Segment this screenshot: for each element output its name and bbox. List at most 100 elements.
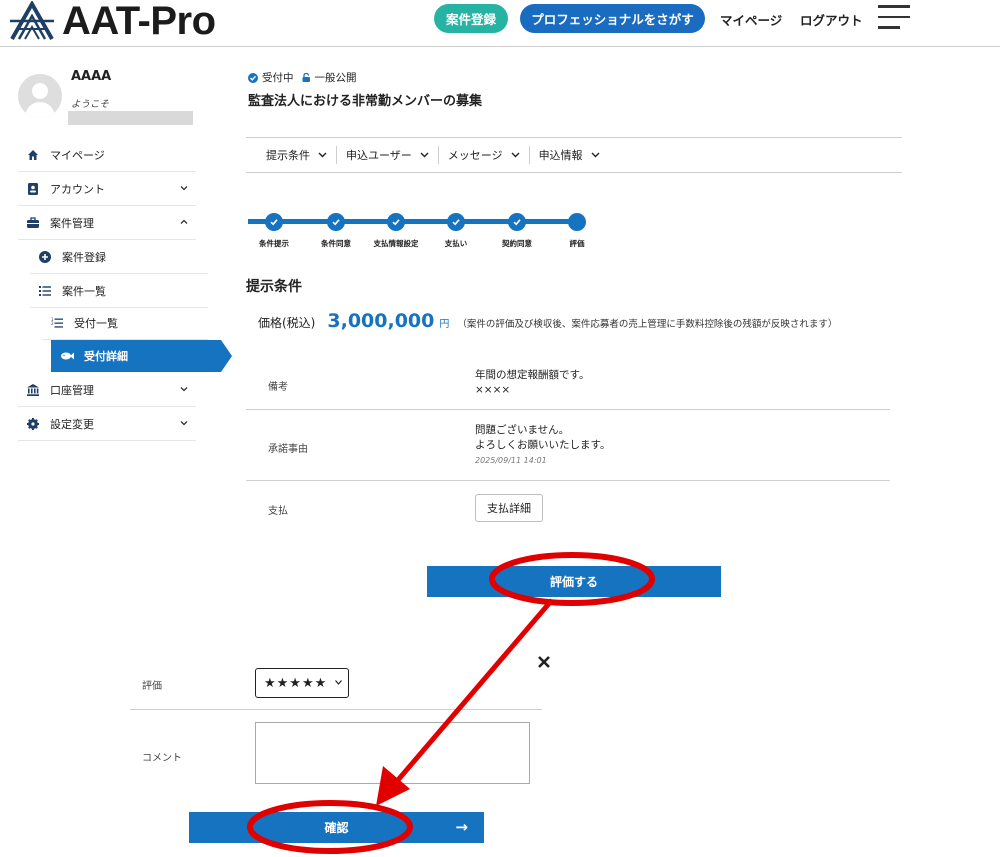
evaluate-button[interactable]: 評価する (427, 566, 721, 597)
table-row: 支払 支払詳細 (246, 481, 890, 535)
reason-line: 問題ございません。 (475, 424, 570, 436)
sidebar-item-label: 案件一覧 (62, 284, 106, 298)
hamburger-menu-icon[interactable] (878, 5, 910, 29)
step-label: 条件提示 (259, 239, 289, 248)
chevron-up-icon (180, 219, 188, 224)
rating-value: ★★★★★ (264, 675, 328, 691)
progress-stepper: 条件提示 条件同意 支払情報設定 支払い 契約同意 評価 (248, 208, 588, 258)
plus-circle-icon (38, 250, 52, 264)
sidebar-item-label: アカウント (50, 182, 105, 196)
chevron-down-icon (180, 387, 188, 392)
home-icon (26, 148, 40, 162)
list-icon (38, 284, 52, 298)
page-title: 監査法人における非常勤メンバーの募集 (248, 94, 483, 109)
avatar (18, 74, 62, 118)
id-card-icon (26, 182, 40, 196)
step-current-dot (568, 213, 586, 231)
tab-label: メッセージ (447, 149, 503, 162)
comment-label: コメント (142, 753, 182, 764)
sidebar-item-reception-list[interactable]: 12 受付一覧 (42, 306, 208, 340)
tab-label: 申込情報 (538, 149, 583, 162)
sidebar-item-label: 設定変更 (50, 417, 94, 431)
sidebar-item-job-management[interactable]: 案件管理 (18, 206, 196, 240)
chevron-down-icon (180, 421, 188, 426)
chevron-down-icon (511, 152, 520, 158)
logo[interactable]: AAT-Pro (8, 0, 216, 42)
row-value: 問題ございません。 よろしくお願いいたします。 2025/09/11 14:01 (475, 423, 610, 468)
sidebar-item-label: 案件管理 (50, 216, 94, 230)
note-line: 年間の想定報酬額です。 (475, 369, 590, 381)
arrow-right-icon: → (455, 818, 468, 836)
user-name: AAAA (71, 69, 112, 84)
confirm-label: 確認 (324, 821, 349, 835)
price-note: （案件の評価及び検収後、案件応募者の売上管理に手数料控除後の残額が反映されます） (457, 319, 838, 330)
timestamp: 2025/09/11 14:01 (475, 456, 547, 465)
sidebar-item-job-register[interactable]: 案件登録 (30, 240, 208, 274)
table-row: 備考 年間の想定報酬額です。 ×××× (246, 347, 890, 410)
note-line: ×××× (475, 384, 511, 396)
chevron-down-icon (591, 152, 600, 158)
divider (130, 709, 542, 710)
tab-label: 申込ユーザー (346, 149, 412, 162)
table-row: 承諾事由 問題ございません。 よろしくお願いいたします。 2025/09/11 … (246, 410, 890, 481)
sidebar-item-job-list[interactable]: 案件一覧 (30, 274, 208, 308)
gear-icon (26, 417, 40, 431)
close-icon[interactable] (534, 652, 554, 672)
step-complete-check-icon (447, 213, 465, 231)
chevron-down-icon (420, 152, 429, 158)
sidebar-item-mypage[interactable]: マイページ (18, 138, 196, 172)
sidebar-item-reception-detail[interactable]: 受付詳細 (51, 340, 232, 372)
sidebar-item-account[interactable]: アカウント (18, 172, 196, 206)
step-label: 支払い (444, 239, 468, 248)
logo-mark-icon (10, 1, 54, 40)
tab-terms[interactable]: 提示条件 (246, 146, 337, 164)
sidebar-item-label: マイページ (50, 148, 105, 162)
unlock-icon (302, 73, 310, 82)
sidebar-item-settings[interactable]: 設定変更 (18, 407, 196, 441)
confirm-button[interactable]: 確認 → (189, 812, 484, 843)
reason-line: よろしくお願いいたします。 (475, 439, 611, 451)
row-label: 支払 (268, 506, 288, 517)
tab-applicants[interactable]: 申込ユーザー (337, 146, 439, 164)
progress-line (248, 219, 578, 224)
site-header: AAT-Pro 案件登録 プロフェッショナルをさがす マイページ ログアウト (0, 0, 1000, 47)
row-value: 年間の想定報酬額です。 ×××× (475, 368, 589, 398)
payment-detail-button[interactable]: 支払詳細 (475, 494, 543, 522)
price-unit: 円 (439, 319, 450, 330)
row-label: 備考 (268, 382, 288, 393)
welcome-text: ようこそ (71, 99, 110, 110)
price-row: 価格(税込) 3,000,000 円 （案件の評価及び検収後、案件応募者の売上管… (258, 310, 837, 332)
tab-messages[interactable]: メッセージ (439, 146, 530, 164)
job-status-row: 受付中 一般公開 (248, 70, 357, 85)
price-label: 価格(税込) (258, 316, 316, 330)
fish-icon (61, 352, 74, 360)
redacted-username-bar (68, 111, 193, 125)
logout-link[interactable]: ログアウト (800, 10, 863, 29)
status-badge: 受付中 (262, 72, 294, 84)
step-complete-check-icon (508, 213, 526, 231)
step-complete-check-icon (387, 213, 405, 231)
briefcase-icon (26, 216, 40, 230)
chevron-down-icon (318, 152, 327, 158)
row-label: 承諾事由 (268, 444, 308, 455)
find-professionals-button[interactable]: プロフェッショナルをさがす (520, 4, 705, 33)
check-circle-icon (248, 72, 258, 83)
step-label: 契約同意 (502, 239, 532, 248)
step-complete-check-icon (265, 213, 283, 231)
rating-select[interactable]: ★★★★★ (255, 668, 349, 698)
chevron-down-icon (180, 186, 188, 191)
detail-tabs: 提示条件 申込ユーザー メッセージ 申込情報 (246, 137, 902, 173)
step-label: 支払情報設定 (373, 239, 419, 248)
sidebar-item-label: 案件登録 (62, 250, 106, 264)
ordered-list-icon: 12 (50, 316, 64, 330)
register-job-button[interactable]: 案件登録 (434, 4, 508, 33)
step-complete-check-icon (327, 213, 345, 231)
chevron-down-icon (335, 680, 342, 685)
step-label: 条件同意 (321, 239, 351, 248)
logo-text: AAT-Pro (62, 0, 216, 43)
tab-application-info[interactable]: 申込情報 (530, 146, 609, 164)
comment-textarea[interactable] (255, 722, 530, 784)
sidebar-item-bank-account[interactable]: 口座管理 (18, 373, 196, 407)
section-title: 提示条件 (246, 279, 302, 295)
mypage-link[interactable]: マイページ (720, 10, 782, 29)
